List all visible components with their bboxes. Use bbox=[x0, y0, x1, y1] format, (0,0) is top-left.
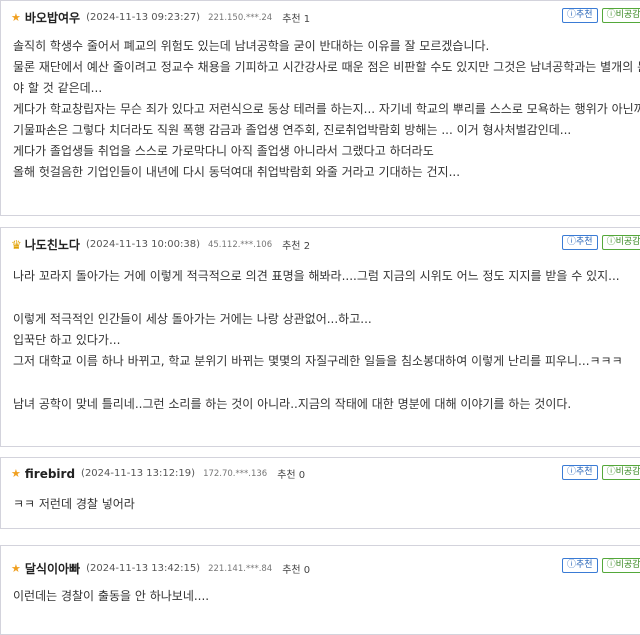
star-icon: ★ bbox=[11, 11, 21, 24]
recommend-count: 추천 0 bbox=[277, 470, 306, 481]
comment-item: ★ firebird (2024-11-13 13:12:19) 172.70.… bbox=[0, 457, 640, 529]
comment-body: ㅋㅋ 저런데 경찰 넣어라 bbox=[13, 494, 135, 515]
comment-date: (2024-11-13 13:12:19) bbox=[81, 468, 196, 479]
comment-line bbox=[13, 372, 623, 394]
crown-icon: ♛ bbox=[11, 237, 22, 252]
comment-ip: 172.70.***.136 bbox=[203, 468, 268, 479]
comment-line: 올해 헛걸음한 기업인들이 내년에 다시 동덕여대 취업박람회 와줄 거라고 기… bbox=[13, 165, 461, 179]
comment-item: ★ 바오밥여우 (2024-11-13 09:23:27) 221.150.**… bbox=[0, 0, 640, 216]
comment-line: 그저 대학교 이름 하나 바뀌고, 학교 분위기 바뀌는 몇몇의 자질구레한 일… bbox=[13, 354, 623, 368]
recommend-button[interactable]: ⓘ추천 bbox=[562, 465, 598, 480]
disagree-button[interactable]: ⓘ비공감 bbox=[601, 558, 640, 573]
recommend-count: 추천 0 bbox=[282, 565, 311, 576]
comment-ip: 45.112.***.106 bbox=[207, 239, 273, 250]
disagree-button[interactable]: ⓘ비공감 bbox=[601, 8, 640, 23]
comment-date: (2024-11-13 10:00:38) bbox=[85, 239, 200, 250]
star-icon: ★ bbox=[11, 562, 21, 575]
recommend-count: 추천 2 bbox=[282, 241, 311, 252]
comment-header: ♛ 나도친노다 (2024-11-13 10:00:38) 45.112.***… bbox=[11, 236, 310, 253]
recommend-button[interactable]: ⓘ추천 bbox=[562, 558, 598, 573]
comment-line: 게다가 학교창립자는 무슨 죄가 있다고 저런식으로 동상 테러를 하는지...… bbox=[13, 102, 640, 116]
comment-line: 나라 꼬라지 돌아가는 거에 이렇게 적극적으로 의견 표명을 해봐라....그… bbox=[13, 269, 620, 283]
comment-body: 솔직히 학생수 줄어서 폐교의 위험도 있는데 남녀공학을 굳이 반대하는 이유… bbox=[13, 36, 640, 183]
comment-line: 게다가 졸업생들 취업을 스스로 가로막다니 아직 졸업생 아니라서 그랬다고 … bbox=[13, 144, 434, 158]
vote-buttons: ⓘ추천 ⓘ비공감 bbox=[562, 558, 640, 573]
vote-buttons: ⓘ추천 ⓘ비공감 bbox=[562, 465, 640, 480]
comment-line: 솔직히 학생수 줄어서 폐교의 위험도 있는데 남녀공학을 굳이 반대하는 이유… bbox=[13, 39, 490, 53]
comment-author[interactable]: 나도친노다 bbox=[25, 236, 80, 253]
comment-line: 남녀 공학이 맞네 틀리네..그런 소리를 하는 것이 아니라..지금의 작태에… bbox=[13, 397, 572, 411]
comment-author[interactable]: 바오밥여우 bbox=[25, 9, 80, 26]
comment-header: ★ firebird (2024-11-13 13:12:19) 172.70.… bbox=[11, 466, 306, 482]
comment-header: ★ 달식이아빠 (2024-11-13 13:42:15) 221.141.**… bbox=[11, 560, 310, 577]
star-icon: ★ bbox=[11, 467, 21, 480]
comment-ip: 221.150.***.24 bbox=[208, 12, 273, 23]
recommend-button[interactable]: ⓘ추천 bbox=[562, 8, 598, 23]
comment-line bbox=[13, 287, 623, 309]
disagree-button[interactable]: ⓘ비공감 bbox=[601, 235, 640, 250]
disagree-button[interactable]: ⓘ비공감 bbox=[601, 465, 640, 480]
comment-header: ★ 바오밥여우 (2024-11-13 09:23:27) 221.150.**… bbox=[11, 9, 310, 26]
comment-line: 야 할 것 같은데... bbox=[13, 81, 103, 95]
vote-buttons: ⓘ추천 ⓘ비공감 bbox=[562, 235, 640, 250]
vote-buttons: ⓘ추천 ⓘ비공감 bbox=[562, 8, 640, 23]
comment-line: 입꾹단 하고 있다가... bbox=[13, 333, 121, 347]
comment-ip: 221.141.***.84 bbox=[208, 563, 273, 574]
comment-line: 이런데는 경찰이 출동을 안 하나보네.... bbox=[13, 589, 210, 603]
comment-item: ★ 달식이아빠 (2024-11-13 13:42:15) 221.141.**… bbox=[0, 545, 640, 635]
comment-author[interactable]: 달식이아빠 bbox=[25, 560, 80, 577]
comment-list: ★ 바오밥여우 (2024-11-13 09:23:27) 221.150.**… bbox=[0, 0, 640, 635]
recommend-button[interactable]: ⓘ추천 bbox=[562, 235, 598, 250]
comment-line: 이렇게 적극적인 인간들이 세상 돌아가는 거에는 나랑 상관없어...하고..… bbox=[13, 312, 372, 326]
comment-body: 나라 꼬라지 돌아가는 거에 이렇게 적극적으로 의견 표명을 해봐라....그… bbox=[13, 266, 623, 415]
comment-line: 기물파손은 그렇다 치더라도 직원 폭행 감금과 졸업생 연주회, 진로취업박람… bbox=[13, 123, 572, 137]
comment-date: (2024-11-13 13:42:15) bbox=[86, 563, 201, 574]
comment-item: ♛ 나도친노다 (2024-11-13 10:00:38) 45.112.***… bbox=[0, 227, 640, 447]
comment-date: (2024-11-13 09:23:27) bbox=[86, 12, 201, 23]
comment-author[interactable]: firebird bbox=[25, 467, 75, 481]
recommend-count: 추천 1 bbox=[282, 14, 311, 25]
comment-line: ㅋㅋ 저런데 경찰 넣어라 bbox=[13, 497, 135, 511]
comment-body: 이런데는 경찰이 출동을 안 하나보네.... bbox=[13, 586, 209, 607]
comment-line: 물론 재단에서 예산 줄이려고 정교수 채용을 기피하고 시간강사로 때운 점은… bbox=[13, 60, 640, 74]
